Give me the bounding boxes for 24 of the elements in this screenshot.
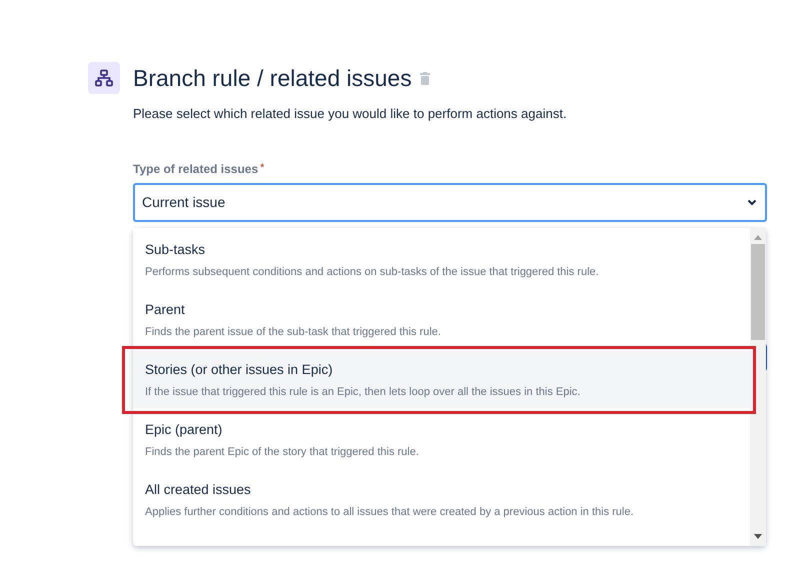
scrollbar[interactable] <box>750 228 766 546</box>
select-value: Current issue <box>142 192 226 212</box>
scroll-down-icon[interactable] <box>754 534 762 540</box>
branch-icon <box>88 62 120 94</box>
option-description: Finds the parent issue of the sub-task that triggered this rule. <box>145 326 442 339</box>
option-title: All created issues <box>145 482 252 498</box>
option-description: Applies further conditions and actions to all issues that were created by a previous action in this rule. <box>145 506 635 519</box>
description-text: Please select which related issue you would like to perform actions against. <box>133 105 568 123</box>
scroll-up-icon[interactable] <box>754 234 762 240</box>
option-title: Stories (or other issues in Epic) <box>145 362 334 378</box>
option-title: Epic (parent) <box>145 422 224 438</box>
option-description: Finds the parent Epic of the story that triggered this rule. <box>145 446 420 459</box>
option-description: If the issue that triggered this rule is an Epic, then lets loop over all the issues in this Epic. <box>145 386 582 399</box>
option-title: Sub-tasks <box>145 242 206 258</box>
option-description: Performs subsequent conditions and actions on sub-tasks of the issue that triggered this rule. <box>145 266 600 279</box>
trash-icon[interactable] <box>420 72 430 84</box>
dropdown-option[interactable]: Sub-tasks Performs subsequent conditions and actions on sub-tasks of the issue that triggered this rule. <box>133 228 750 288</box>
dropdown-option[interactable]: Stories (or other issues in Epic) If the issue that triggered this rule is an Epic, then lets loop over all the issues in this Epic. <box>133 348 750 408</box>
option-title: Parent <box>145 302 186 318</box>
page-title: Branch rule / related issues <box>133 64 412 93</box>
type-select[interactable]: Current issue <box>133 182 767 222</box>
required-mark: * <box>260 160 264 176</box>
scrollbar-thumb[interactable] <box>751 244 765 340</box>
field-label: Type of related issues <box>133 160 258 178</box>
